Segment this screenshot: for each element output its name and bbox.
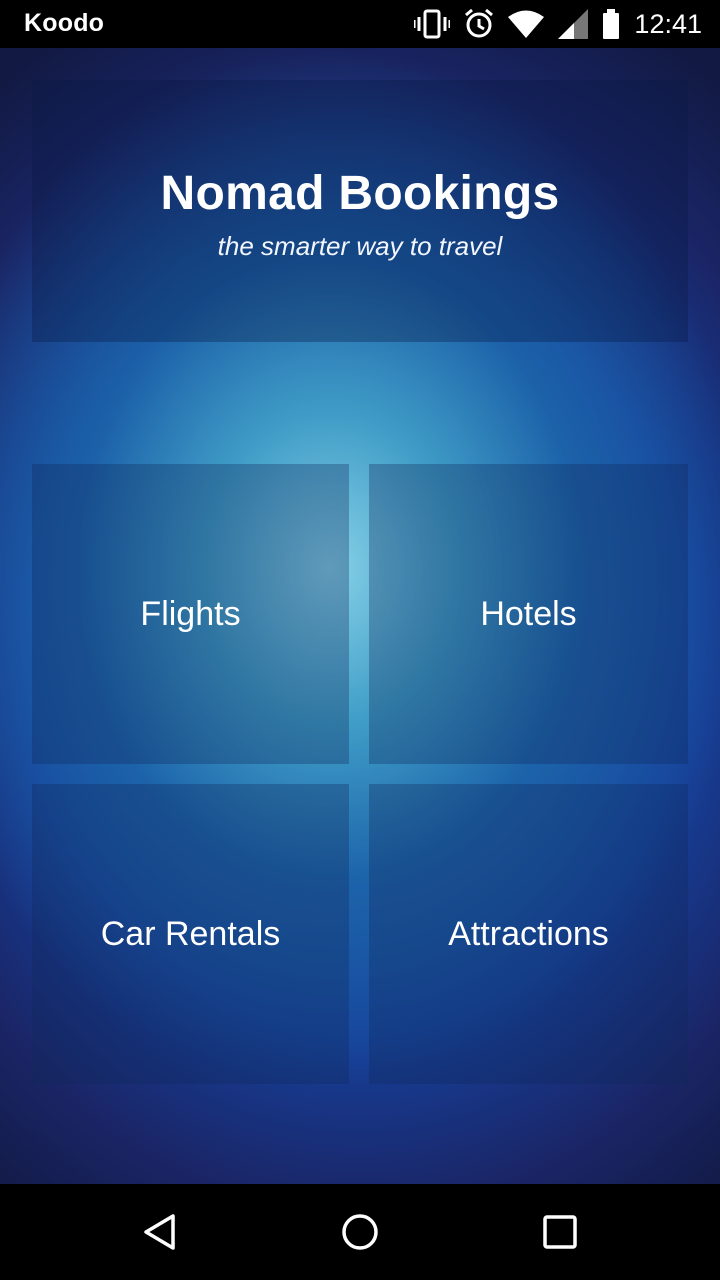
wifi-icon xyxy=(508,10,545,38)
car-rentals-tile[interactable]: Car Rentals xyxy=(32,784,349,1084)
carrier-name: Koodo xyxy=(24,9,105,37)
back-icon xyxy=(144,1214,175,1250)
screen: Koodo 12:41 Nomad Bookings the smarter w… xyxy=(0,0,720,1280)
hotels-tile[interactable]: Hotels xyxy=(369,464,688,764)
vibrate-icon xyxy=(414,9,451,39)
clock: 12:41 xyxy=(634,8,702,39)
home-icon xyxy=(342,1214,378,1250)
alarm-icon xyxy=(464,9,494,39)
flights-tile[interactable]: Flights xyxy=(32,464,349,764)
back-button[interactable] xyxy=(140,1212,180,1252)
car-rentals-label: Car Rentals xyxy=(100,914,281,953)
home-button[interactable] xyxy=(340,1212,380,1252)
attractions-tile[interactable]: Attractions xyxy=(369,784,688,1084)
signal-icon xyxy=(558,9,589,39)
navigation-bar xyxy=(0,1184,720,1280)
recents-icon xyxy=(543,1215,577,1249)
app-title: Nomad Bookings xyxy=(160,167,560,220)
app-tagline: the smarter way to travel xyxy=(217,231,503,261)
status-icons: 12:41 xyxy=(400,6,702,42)
status-bar: Koodo 12:41 xyxy=(0,0,720,48)
recents-button[interactable] xyxy=(540,1212,580,1252)
attractions-label: Attractions xyxy=(448,914,609,953)
flights-label: Flights xyxy=(140,594,241,633)
hotels-label: Hotels xyxy=(480,594,577,633)
battery-icon xyxy=(602,9,620,39)
header-card: Nomad Bookings the smarter way to travel xyxy=(32,80,688,342)
